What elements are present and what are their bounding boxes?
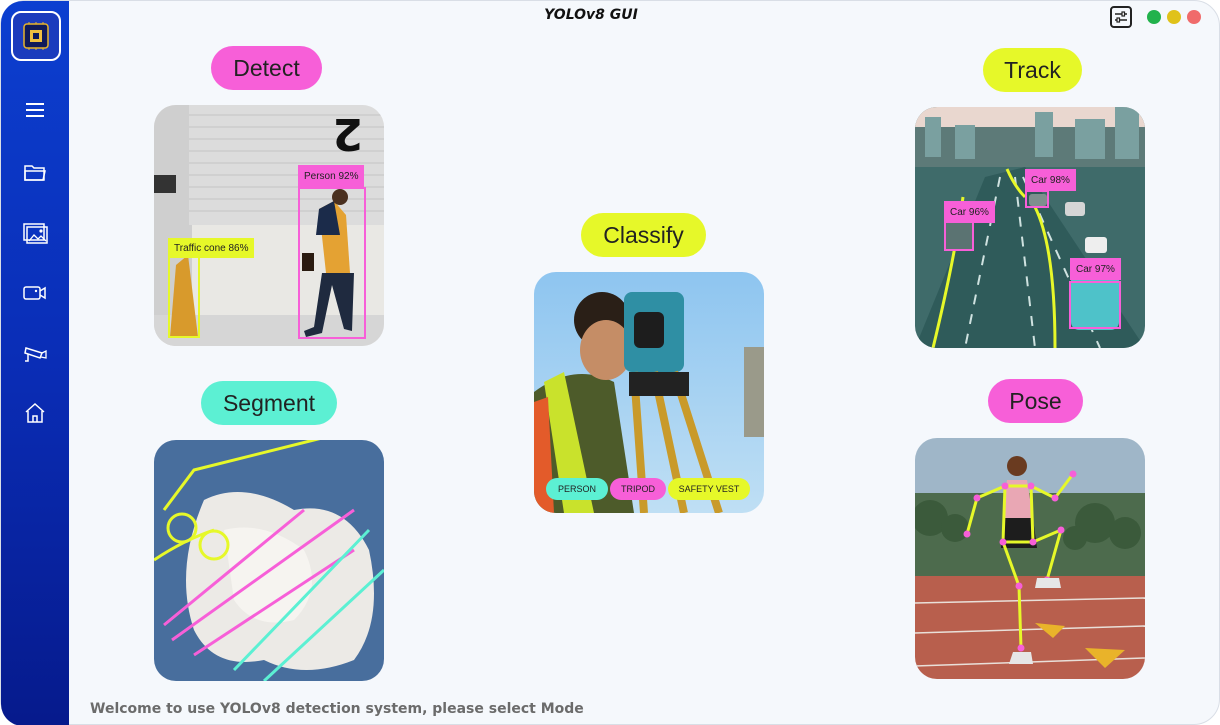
track-preview-image [915, 107, 1145, 348]
image-button[interactable] [17, 218, 53, 248]
pose-preview-image [915, 438, 1145, 679]
segment-preview-image [154, 440, 384, 681]
classify-preview-card[interactable]: PERSON TRIPOD SAFETY VEST [534, 272, 764, 513]
app-logo [11, 11, 61, 61]
track-mode-button[interactable]: Track [983, 48, 1082, 92]
car-track-label-1: Car 98% [1025, 169, 1076, 191]
settings-button[interactable] [1110, 6, 1132, 28]
car-track-label-2: Car 96% [944, 201, 995, 223]
close-button[interactable] [1187, 10, 1201, 24]
video-button[interactable] [17, 278, 53, 308]
track-preview-card[interactable]: Car 98% Car 96% Car 97% [915, 107, 1145, 348]
main-panel: YOLOv8 GUI Detect 2 Person 92% Traffic c… [0, 0, 1220, 725]
car-track-label-3: Car 97% [1070, 258, 1121, 280]
menu-button[interactable] [17, 95, 53, 125]
home-button[interactable] [17, 398, 53, 428]
video-camera-icon [23, 286, 46, 300]
pose-preview-card[interactable] [915, 438, 1145, 679]
app-window: YOLOv8 GUI Detect 2 Person 92% Traffic c… [0, 0, 1220, 725]
chip-icon [23, 22, 49, 50]
classify-preview-image [534, 272, 764, 513]
segment-mode-button[interactable]: Segment [201, 381, 337, 425]
traffic-cone-detection-label: Traffic cone 86% [168, 238, 255, 258]
detect-mode-button[interactable]: Detect [211, 46, 322, 90]
sidebar [1, 1, 69, 725]
svg-text:2: 2 [332, 108, 363, 159]
safety-vest-class-tag: SAFETY VEST [668, 478, 750, 500]
minimize-button[interactable] [1147, 10, 1161, 24]
status-message: Welcome to use YOLOv8 detection system, … [90, 701, 584, 717]
menu-icon [26, 103, 44, 117]
person-detection-label: Person 92% [298, 165, 365, 187]
tripod-class-tag: TRIPOD [610, 478, 666, 500]
person-class-tag: PERSON [546, 478, 608, 500]
open-folder-button[interactable] [17, 158, 53, 188]
image-icon [23, 223, 48, 244]
maximize-button[interactable] [1167, 10, 1181, 24]
classify-mode-button[interactable]: Classify [581, 213, 706, 257]
pose-mode-button[interactable]: Pose [988, 379, 1083, 423]
window-title: YOLOv8 GUI [544, 7, 638, 23]
cctv-camera-icon [24, 347, 47, 362]
home-icon [25, 402, 45, 423]
camera-button[interactable] [17, 338, 53, 368]
detect-preview-card[interactable]: 2 Person 92% Traffic cone 86% [154, 105, 384, 346]
detect-preview-image: 2 [154, 105, 384, 346]
folder-icon [24, 165, 46, 181]
segment-preview-card[interactable] [154, 440, 384, 681]
sliders-icon [1115, 11, 1127, 23]
